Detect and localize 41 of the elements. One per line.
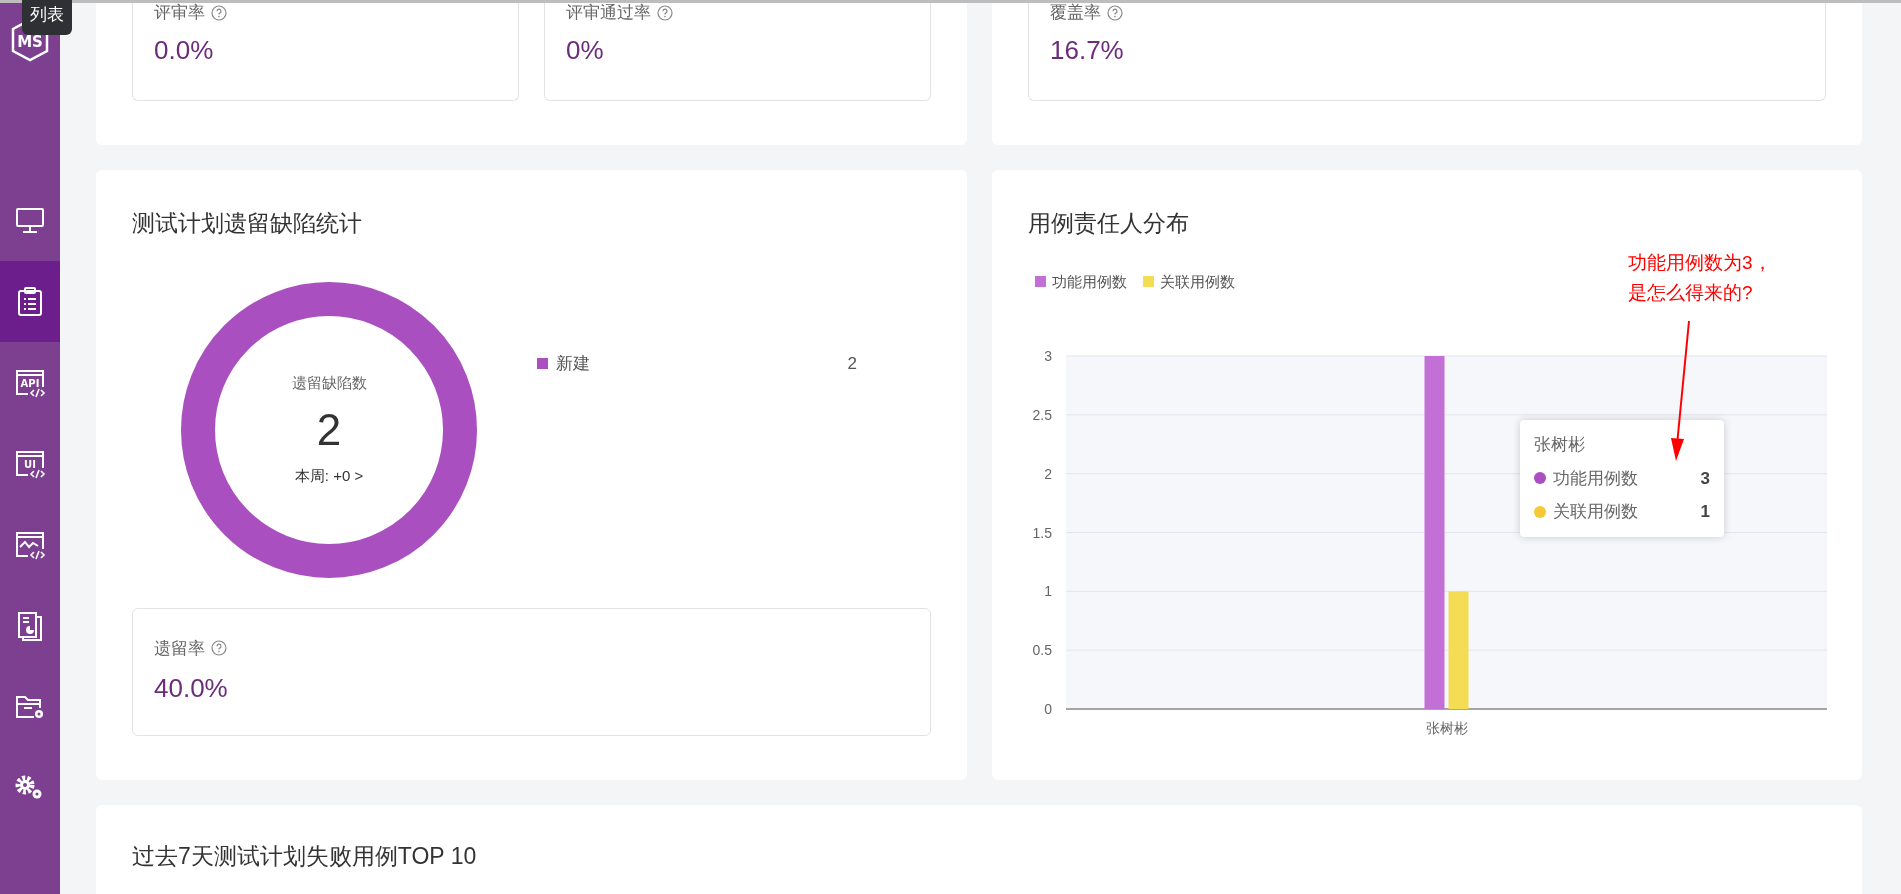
annotation-note: 功能用例数为3， 是怎么得来的? xyxy=(1628,251,1772,305)
sidebar-item[interactable] xyxy=(0,261,60,342)
axis-tick-label: 2 xyxy=(1044,465,1052,482)
help-icon xyxy=(657,4,673,21)
help-icon xyxy=(211,640,227,657)
panel-title: 测试计划遗留缺陷统计 xyxy=(132,209,363,238)
help-icon xyxy=(1107,4,1123,21)
legend-label: 新建 xyxy=(556,352,591,375)
monitor-icon xyxy=(15,206,45,235)
donut-value: 2 xyxy=(316,404,342,456)
stat-value: 0.0% xyxy=(154,33,215,66)
legend-label: 功能用例数 xyxy=(1052,271,1127,292)
help-icon xyxy=(211,4,227,21)
stat-label: 覆盖率 xyxy=(1050,2,1101,24)
axis-tick-label: 1.5 xyxy=(1032,524,1052,541)
legend-label: 关联用例数 xyxy=(1160,271,1235,292)
tooltip-value: 3 xyxy=(1700,467,1710,490)
clipboard-icon xyxy=(17,286,43,317)
stat-label: 遗留率 xyxy=(154,637,205,660)
chart-window-icon xyxy=(14,529,46,560)
tooltip-title: 张树彬 xyxy=(1534,434,1586,456)
week-link[interactable]: 本周: +0 > xyxy=(294,465,364,488)
axis-tick-label: 2.5 xyxy=(1032,406,1052,423)
stat-value: 16.7% xyxy=(1050,33,1125,66)
report-icon xyxy=(16,610,44,641)
stat-value: 0% xyxy=(566,33,605,66)
stat-value: 40.0% xyxy=(154,672,229,705)
tooltip-label: 功能用例数 xyxy=(1553,467,1639,490)
panel-title: 过去7天测试计划失败用例TOP 10 xyxy=(132,842,478,871)
stat-label: 评审率 xyxy=(154,2,205,24)
axis-tick-label: 0.5 xyxy=(1032,642,1052,659)
donut-label: 遗留缺陷数 xyxy=(291,372,367,393)
axis-tick-label: 0 xyxy=(1044,701,1052,717)
stat-label: 评审通过率 xyxy=(566,2,651,24)
axis-tick-label: 3 xyxy=(1044,348,1052,364)
tooltip-value: 1 xyxy=(1700,501,1710,523)
axis-tick-label: 1 xyxy=(1044,583,1052,600)
legend-value: 2 xyxy=(847,352,857,375)
panel-title: 用例责任人分布 xyxy=(1028,209,1189,238)
tooltip-label: 关联用例数 xyxy=(1553,501,1639,523)
axis-category-label: 张树彬 xyxy=(1425,720,1468,736)
